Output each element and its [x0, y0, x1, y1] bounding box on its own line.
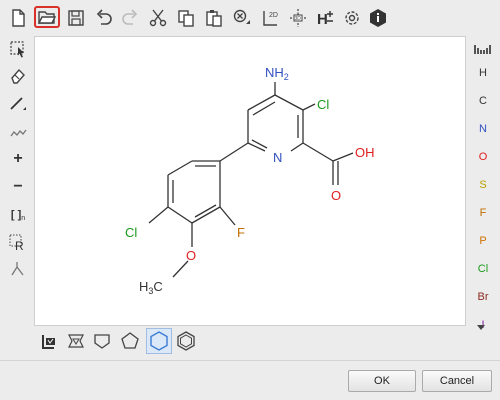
- element-f[interactable]: F: [466, 206, 500, 220]
- sgroup-tool-icon[interactable]: [ ] n: [7, 204, 29, 226]
- chlorine-left-label: Cl: [125, 225, 137, 240]
- drawing-canvas[interactable]: NH2 Cl N OH O Cl F O H3C: [34, 36, 466, 326]
- clean-2d-icon[interactable]: 2D: [258, 6, 282, 30]
- charge-minus-label: −: [13, 178, 23, 195]
- zoom-icon[interactable]: [230, 6, 254, 30]
- sgroup-label: [ ]: [10, 209, 22, 221]
- redo-icon[interactable]: [118, 6, 142, 30]
- fluorine-label: F: [237, 225, 245, 240]
- cyclopropane-template-icon[interactable]: [64, 329, 88, 353]
- sgroup-subscript: n: [21, 214, 26, 222]
- charge-plus-icon[interactable]: +: [7, 148, 29, 170]
- chain-tool-icon[interactable]: [7, 120, 29, 142]
- undo-icon[interactable]: [92, 6, 116, 30]
- molecule-structure: NH2 Cl N OH O Cl F O H3C: [125, 65, 375, 296]
- dialog-footer: OK Cancel: [0, 360, 500, 400]
- carbonyl-oxygen-label: O: [331, 188, 341, 203]
- scroll-down-arrow[interactable]: [475, 320, 487, 334]
- top-toolbar: 2D 3D H: [0, 0, 500, 36]
- rgroup-label: R: [15, 239, 24, 252]
- element-br[interactable]: Br: [466, 290, 500, 304]
- element-n[interactable]: N: [466, 122, 500, 136]
- settings-icon[interactable]: [340, 6, 364, 30]
- ok-button-label: OK: [374, 375, 390, 387]
- periodic-table-icon[interactable]: [474, 42, 492, 56]
- reaction-tool-icon[interactable]: [7, 258, 29, 280]
- clean-3d-label: 3D: [295, 16, 302, 22]
- amine-nitrogen-label: NH2: [265, 65, 289, 82]
- new-file-icon[interactable]: [6, 6, 30, 30]
- left-toolbar: + − [ ] n R: [0, 36, 34, 326]
- ring-nitrogen-label: N: [273, 150, 282, 165]
- open-file-icon[interactable]: [34, 6, 60, 28]
- hydroxyl-label: OH: [355, 145, 375, 160]
- charge-plus-label: +: [13, 150, 23, 167]
- rgroup-tool-icon[interactable]: R: [7, 232, 29, 254]
- template-toolbar: [34, 326, 466, 356]
- cyclohexane-template-icon[interactable]: [146, 328, 172, 354]
- methyl-label: H3C: [139, 279, 163, 296]
- cut-icon[interactable]: [146, 6, 170, 30]
- clean-2d-label: 2D: [269, 12, 278, 19]
- element-s[interactable]: S: [466, 178, 500, 192]
- element-toolbar: HCNOSFPClBrI: [466, 36, 500, 350]
- copy-icon[interactable]: [174, 6, 198, 30]
- element-cl[interactable]: Cl: [466, 262, 500, 276]
- save-icon[interactable]: [64, 6, 88, 30]
- cyclopentane-template-icon[interactable]: [118, 329, 142, 353]
- eraser-tool-icon[interactable]: [7, 64, 29, 86]
- paste-icon[interactable]: [202, 6, 226, 30]
- clean-3d-icon[interactable]: 3D: [286, 6, 310, 30]
- template-library-icon[interactable]: [36, 329, 60, 353]
- select-tool-icon[interactable]: [7, 38, 29, 60]
- cancel-button[interactable]: Cancel: [422, 370, 492, 392]
- benzene-template-icon[interactable]: [174, 329, 198, 353]
- ok-button[interactable]: OK: [348, 370, 416, 392]
- cyclobutane-template-icon[interactable]: [90, 329, 114, 353]
- hydrogen-label: H: [317, 11, 328, 28]
- charge-minus-icon[interactable]: −: [7, 176, 29, 198]
- info-icon[interactable]: [366, 6, 390, 30]
- element-c[interactable]: C: [466, 94, 500, 108]
- methoxy-oxygen-label: O: [186, 248, 196, 263]
- element-h[interactable]: H: [466, 66, 500, 80]
- cancel-button-label: Cancel: [439, 375, 475, 387]
- element-p[interactable]: P: [466, 234, 500, 248]
- element-o[interactable]: O: [466, 150, 500, 164]
- chlorine-top-label: Cl: [317, 97, 329, 112]
- bond-tool-icon[interactable]: [7, 92, 29, 114]
- molecule-atoms: NH2 Cl N OH O Cl F O H3C: [125, 65, 375, 296]
- explicit-hydrogens-icon[interactable]: H: [314, 6, 338, 30]
